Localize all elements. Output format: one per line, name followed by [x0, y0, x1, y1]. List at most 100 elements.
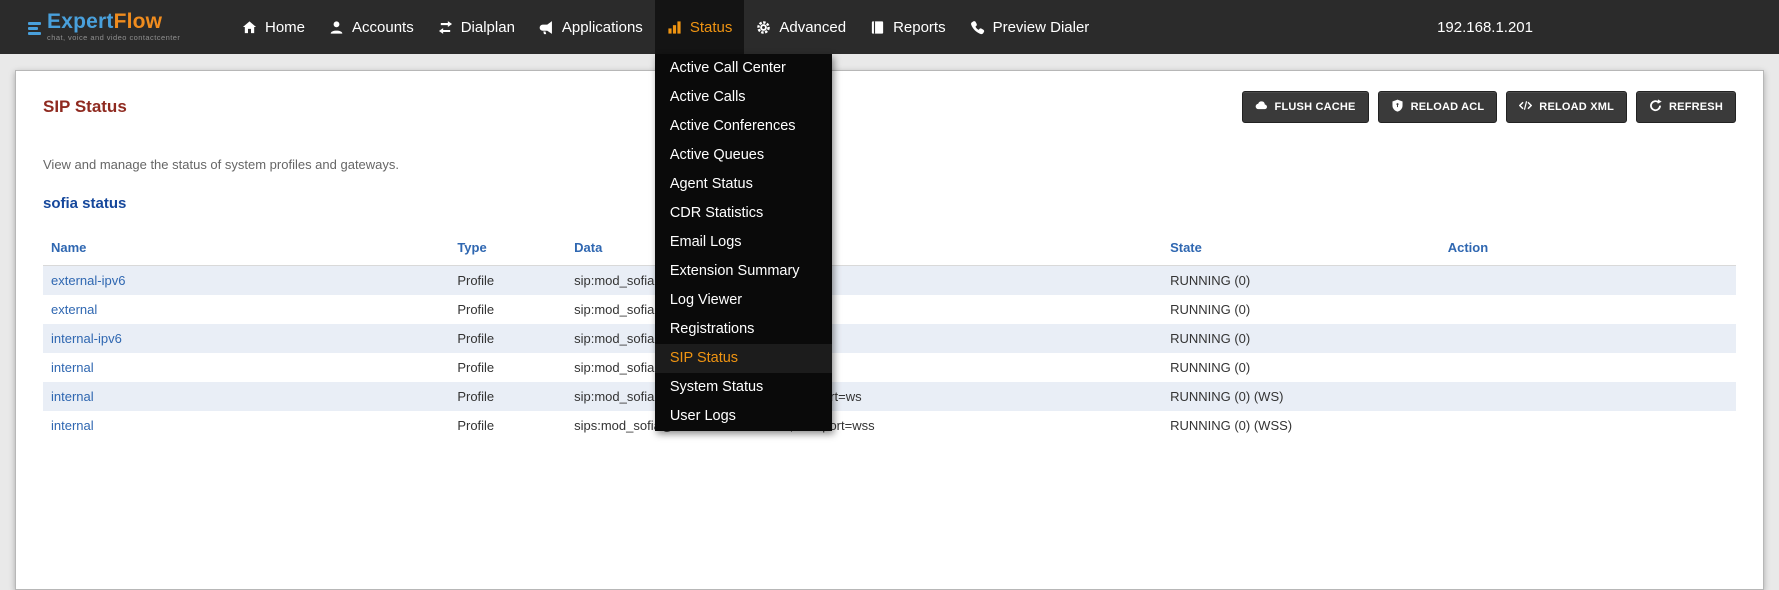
page-header: SIP Status FLUSH CACHE RELOAD ACL RELOAD… [43, 91, 1736, 123]
profile-link[interactable]: internal [51, 418, 94, 433]
brand-logo[interactable]: ExpertFlow chat, voice and video contact… [28, 12, 204, 42]
home-icon [242, 20, 257, 35]
action-cell [1440, 266, 1736, 296]
dropdown-item-agent-status[interactable]: Agent Status [655, 170, 832, 199]
page-title: SIP Status [43, 97, 127, 117]
phone-icon [970, 20, 985, 35]
content-card: SIP Status FLUSH CACHE RELOAD ACL RELOAD… [15, 70, 1764, 590]
column-header-action: Action [1440, 230, 1736, 266]
nav-item-label: Advanced [779, 19, 846, 36]
nav-item-label: Applications [562, 19, 643, 36]
server-address: 192.168.1.201 [1437, 0, 1533, 54]
type-cell: Profile [449, 295, 566, 324]
action-button-group: FLUSH CACHE RELOAD ACL RELOAD XML REFRES… [1242, 91, 1736, 123]
status-dropdown: Active Call CenterActive CallsActive Con… [655, 54, 832, 431]
name-cell: external-ipv6 [43, 266, 449, 296]
dropdown-item-active-conferences[interactable]: Active Conferences [655, 112, 832, 141]
flush-cache-button[interactable]: FLUSH CACHE [1242, 91, 1369, 123]
table-row: externalProfilesip:mod_sofia@192.168.1.2… [43, 295, 1736, 324]
profile-link[interactable]: internal [51, 389, 94, 404]
name-cell: internal [43, 353, 449, 382]
dropdown-item-user-logs[interactable]: User Logs [655, 402, 832, 431]
type-cell: Profile [449, 324, 566, 353]
bullhorn-icon [539, 20, 554, 35]
page-description: View and manage the status of system pro… [43, 157, 1736, 172]
dropdown-item-extension-summary[interactable]: Extension Summary [655, 257, 832, 286]
bar-chart-icon [667, 20, 682, 35]
nav-item-label: Accounts [352, 19, 414, 36]
nav-item-label: Dialplan [461, 19, 515, 36]
action-cell [1440, 324, 1736, 353]
name-cell: internal [43, 382, 449, 411]
brand-text: ExpertFlow chat, voice and video contact… [47, 12, 180, 42]
nav-item-label: Status [690, 19, 733, 36]
dropdown-item-active-call-center[interactable]: Active Call Center [655, 54, 832, 83]
column-header-type: Type [449, 230, 566, 266]
cloud-icon [1255, 99, 1268, 115]
navbar: ExpertFlow chat, voice and video contact… [0, 0, 1779, 54]
nav-item-preview-dialer[interactable]: Preview Dialer [958, 0, 1102, 54]
dropdown-item-cdr-statistics[interactable]: CDR Statistics [655, 199, 832, 228]
action-cell [1440, 295, 1736, 324]
type-cell: Profile [449, 382, 566, 411]
refresh-icon [1649, 99, 1662, 115]
code-icon [1519, 99, 1532, 115]
action-cell [1440, 411, 1736, 440]
table-row: external-ipv6Profilesip:mod_sofia@[::1]:… [43, 266, 1736, 296]
state-cell: RUNNING (0) (WSS) [1162, 411, 1440, 440]
dropdown-item-log-viewer[interactable]: Log Viewer [655, 286, 832, 315]
column-header-state: State [1162, 230, 1440, 266]
reload-acl-button[interactable]: RELOAD ACL [1378, 91, 1498, 123]
reload-xml-button[interactable]: RELOAD XML [1506, 91, 1627, 123]
name-cell: internal [43, 411, 449, 440]
profile-link[interactable]: internal-ipv6 [51, 331, 122, 346]
type-cell: Profile [449, 411, 566, 440]
user-icon [329, 20, 344, 35]
state-cell: RUNNING (0) [1162, 324, 1440, 353]
table-row: internal-ipv6Profilesip:mod_sofia@[::1]:… [43, 324, 1736, 353]
type-cell: Profile [449, 266, 566, 296]
column-header-name: Name [43, 230, 449, 266]
dropdown-item-active-calls[interactable]: Active Calls [655, 83, 832, 112]
action-cell [1440, 353, 1736, 382]
profile-link[interactable]: external [51, 302, 97, 317]
nav-item-accounts[interactable]: Accounts [317, 0, 426, 54]
state-cell: RUNNING (0) (WS) [1162, 382, 1440, 411]
table-row: internalProfilesip:mod_sofia@192.168.1.2… [43, 353, 1736, 382]
section-title: sofia status [43, 195, 1736, 212]
shield-icon [1391, 99, 1404, 115]
sofia-table-body: external-ipv6Profilesip:mod_sofia@[::1]:… [43, 266, 1736, 441]
profile-link[interactable]: external-ipv6 [51, 273, 125, 288]
dropdown-item-system-status[interactable]: System Status [655, 373, 832, 402]
brand-tagline: chat, voice and video contactcenter [47, 33, 180, 42]
type-cell: Profile [449, 353, 566, 382]
dropdown-item-active-queues[interactable]: Active Queues [655, 141, 832, 170]
dropdown-item-registrations[interactable]: Registrations [655, 315, 832, 344]
sofia-status-table: Name Type Data State Action external-ipv… [43, 230, 1736, 440]
nav-item-label: Reports [893, 19, 946, 36]
nav-item-advanced[interactable]: Advanced [744, 0, 858, 54]
nav-item-reports[interactable]: Reports [858, 0, 958, 54]
nav-item-dialplan[interactable]: Dialplan [426, 0, 527, 54]
nav-item-home[interactable]: Home [230, 0, 317, 54]
menu-bars-icon [28, 22, 41, 35]
action-cell [1440, 382, 1736, 411]
nav-item-status[interactable]: Status Active Call CenterActive CallsAct… [655, 0, 745, 54]
gear-icon [756, 20, 771, 35]
name-cell: external [43, 295, 449, 324]
refresh-button[interactable]: REFRESH [1636, 91, 1736, 123]
state-cell: RUNNING (0) [1162, 353, 1440, 382]
exchange-icon [438, 20, 453, 35]
state-cell: RUNNING (0) [1162, 266, 1440, 296]
state-cell: RUNNING (0) [1162, 295, 1440, 324]
dropdown-item-sip-status[interactable]: SIP Status [655, 344, 832, 373]
nav-item-label: Home [265, 19, 305, 36]
nav-item-applications[interactable]: Applications [527, 0, 655, 54]
profile-link[interactable]: internal [51, 360, 94, 375]
book-icon [870, 20, 885, 35]
table-row: internalProfilesips:mod_sofia@192.168.1.… [43, 411, 1736, 440]
table-row: internalProfilesip:mod_sofia@192.168.1.2… [43, 382, 1736, 411]
name-cell: internal-ipv6 [43, 324, 449, 353]
table-header-row: Name Type Data State Action [43, 230, 1736, 266]
dropdown-item-email-logs[interactable]: Email Logs [655, 228, 832, 257]
